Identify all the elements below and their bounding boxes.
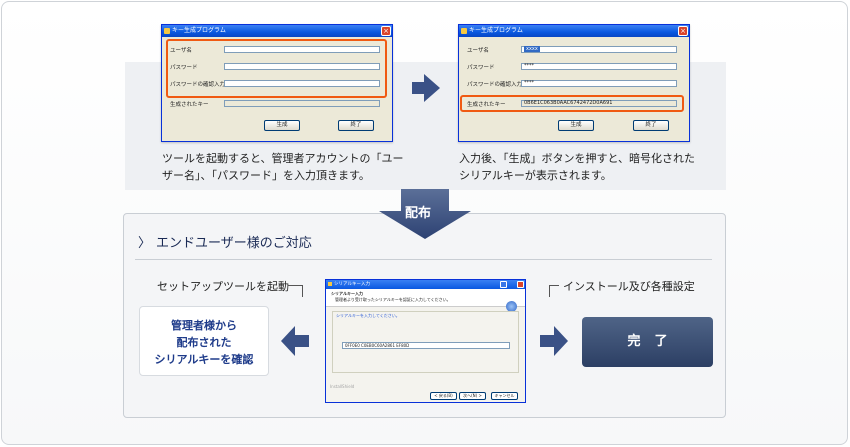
window-title: キー生成プログラム — [172, 27, 226, 34]
arrow-left-icon — [281, 326, 309, 356]
keygen-window-filled: キー生成プログラム × ユーザ名 xxxx パスワード **** パスワードの確… — [458, 24, 690, 142]
confirm-line3: シリアルキーを確認 — [154, 353, 254, 366]
chevron-right-icon: 〉 — [138, 236, 152, 251]
serial-key-dialog: シリアルキー入力 シリアルキー入力 管理者より受け取ったシリアルキーを認証に入力… — [325, 279, 526, 403]
generated-key-field — [224, 100, 380, 107]
caption-right-line1: 入力後、「生成」ボタンを押すと、暗号化された — [459, 152, 696, 165]
dialog-title: シリアルキー入力 — [334, 282, 370, 287]
panel-title: エンドユーザー様のご対応 — [156, 236, 312, 251]
divider — [135, 259, 712, 260]
caption-left-line1: ツールを起動すると、管理者アカウントの「ユー — [162, 152, 404, 165]
close-icon[interactable]: × — [678, 26, 688, 36]
confirm-key-box: 管理者様から 配布された シリアルキーを確認 — [139, 306, 269, 376]
app-icon — [461, 28, 467, 34]
window-titlebar: キー生成プログラム × — [459, 25, 689, 37]
complete-box: 完了 — [582, 317, 713, 367]
connector-line — [549, 285, 550, 297]
generate-button[interactable]: 生成 — [264, 120, 300, 131]
cancel-button[interactable]: キャンセル — [491, 392, 518, 400]
dialog-titlebar: シリアルキー入力 — [326, 280, 525, 289]
caption-right-line2: シリアルキーが表示されます。 — [459, 169, 612, 182]
arrow-right-icon — [412, 74, 440, 102]
password-label: パスワード — [467, 65, 495, 71]
caption-left: ツールを起動すると、管理者アカウントの「ユー ザー名」、「パスワード」を入力頂き… — [162, 150, 404, 184]
password-field[interactable]: **** — [521, 63, 677, 70]
window-titlebar: キー生成プログラム × — [162, 25, 392, 37]
connector-line — [302, 285, 303, 297]
close-icon[interactable]: × — [381, 26, 391, 36]
exit-button[interactable]: 終了 — [633, 120, 669, 131]
password-confirm-label: パスワードの確認入力 — [467, 82, 523, 88]
connector-line — [288, 285, 302, 286]
username-value: xxxx — [524, 46, 540, 52]
input-highlight — [166, 39, 387, 98]
next-button[interactable]: 次へ(N) > — [459, 392, 486, 400]
caption-right: 入力後、「生成」ボタンを押すと、暗号化された シリアルキーが表示されます。 — [459, 150, 695, 184]
username-label: ユーザ名 — [467, 48, 489, 54]
key-highlight — [460, 95, 684, 112]
window-title: キー生成プログラム — [469, 27, 523, 34]
distribution-label: 配布 — [405, 206, 432, 221]
confirm-line2: 配布された — [176, 336, 232, 349]
setup-label: セットアップツールを起動 — [157, 280, 289, 293]
username-field[interactable]: xxxx — [521, 46, 677, 53]
app-icon — [164, 28, 170, 34]
back-button[interactable]: < 戻る(B) — [430, 392, 457, 400]
serial-key-input[interactable]: 0FF0E0 C0EB0C60A2861 EF80D — [342, 342, 510, 349]
caption-left-line2: ザー名」、「パスワード」を入力頂きます。 — [162, 169, 370, 182]
password-confirm-field[interactable]: **** — [521, 80, 677, 87]
dialog-header-desc: 管理者より受け取ったシリアルキーを認証に入力してください。 — [335, 297, 451, 302]
dialog-header: シリアルキー入力 管理者より受け取ったシリアルキーを認証に入力してください。 — [326, 289, 525, 312]
key-group-label: シリアルキーを入力してください。 — [336, 313, 400, 318]
arrow-right-icon — [540, 326, 568, 356]
confirm-line1: 管理者様から — [171, 319, 237, 332]
app-icon — [328, 282, 332, 286]
minimize-icon[interactable] — [500, 281, 507, 288]
close-icon[interactable] — [517, 281, 524, 288]
generated-key-label: 生成されたキー — [170, 102, 209, 108]
connector-line — [549, 285, 559, 286]
exit-button[interactable]: 終了 — [338, 120, 374, 131]
generate-button[interactable]: 生成 — [558, 120, 594, 131]
dialog-footer: InstallShield — [330, 384, 355, 389]
install-label: インストール及び各種設定 — [563, 280, 695, 293]
